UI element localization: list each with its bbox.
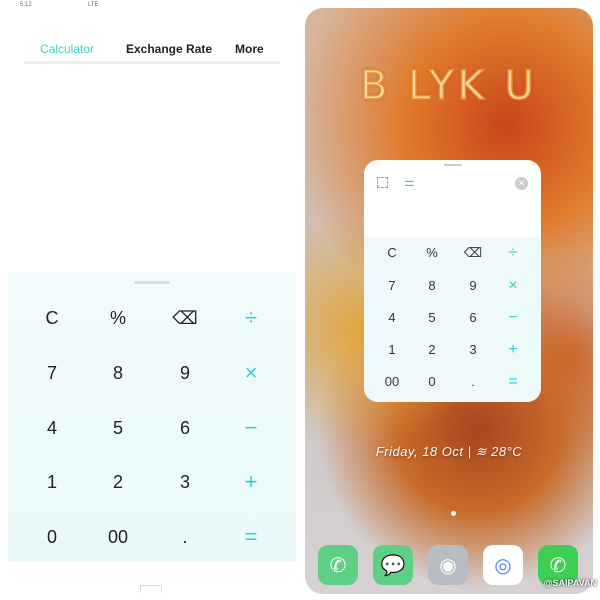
key-button[interactable]: 4 bbox=[374, 306, 410, 330]
key-button[interactable]: ⌫ bbox=[160, 303, 210, 333]
tab-more[interactable]: More bbox=[235, 42, 264, 56]
status-network: LTE bbox=[88, 2, 99, 8]
key-button[interactable]: 7 bbox=[374, 274, 410, 298]
tab-exchange-rate[interactable]: Exchange Rate bbox=[126, 42, 212, 56]
phone-app-icon[interactable]: ✆ bbox=[318, 545, 358, 585]
key-button[interactable]: ÷ bbox=[495, 241, 531, 265]
tab-underline bbox=[24, 61, 280, 64]
key-button[interactable]: 2 bbox=[93, 467, 143, 497]
drag-handle[interactable] bbox=[444, 164, 462, 166]
calculator-app: 5:12 LTE Calculator Exchange Rate More C… bbox=[0, 0, 300, 600]
wallpaper-text: B LYK U bbox=[359, 62, 538, 110]
key-button[interactable]: − bbox=[495, 306, 531, 330]
page-indicator bbox=[451, 511, 456, 516]
key-button[interactable]: ⌫ bbox=[455, 241, 491, 265]
key-button[interactable]: 6 bbox=[160, 413, 210, 443]
floating-calculator: ⚌ ✕ C% ⌫ ÷ 7 8 9 × 4 5 6− 1 2 3 +00 0. = bbox=[364, 160, 541, 402]
key-button[interactable]: + bbox=[226, 467, 276, 497]
key-button[interactable]: 5 bbox=[93, 413, 143, 443]
key-button[interactable]: 5 bbox=[414, 306, 450, 330]
key-button[interactable]: . bbox=[160, 522, 210, 552]
key-button[interactable]: C bbox=[27, 303, 77, 333]
key-button[interactable]: 6 bbox=[455, 306, 491, 330]
home-button[interactable] bbox=[140, 585, 162, 593]
nav-bar bbox=[0, 585, 300, 600]
key-button[interactable]: % bbox=[414, 241, 450, 265]
key-button[interactable]: + bbox=[495, 338, 531, 362]
key-button[interactable]: 0 bbox=[27, 522, 77, 552]
key-button[interactable]: . bbox=[455, 370, 491, 394]
key-button[interactable]: 1 bbox=[27, 467, 77, 497]
key-button[interactable]: = bbox=[495, 370, 531, 394]
key-button[interactable]: = bbox=[226, 522, 276, 552]
tab-calculator[interactable]: Calculator bbox=[40, 42, 94, 56]
chrome-app-icon[interactable]: ◎ bbox=[483, 545, 523, 585]
key-button[interactable]: 00 bbox=[374, 370, 410, 394]
watermark: @SAIPAVAN bbox=[543, 578, 597, 588]
key-button[interactable]: 3 bbox=[455, 338, 491, 362]
key-button[interactable]: 00 bbox=[93, 522, 143, 552]
close-icon[interactable]: ✕ bbox=[515, 177, 528, 190]
date-weather-widget[interactable]: Friday, 18 Oct | ≋ 28°C bbox=[305, 444, 593, 460]
camera-app-icon[interactable]: ◉ bbox=[428, 545, 468, 585]
key-button[interactable]: 3 bbox=[160, 467, 210, 497]
drag-handle[interactable] bbox=[134, 281, 170, 284]
key-button[interactable]: 0 bbox=[414, 370, 450, 394]
key-button[interactable]: 1 bbox=[374, 338, 410, 362]
settings-sliders-icon[interactable]: ⚌ bbox=[404, 176, 417, 189]
status-time: 5:12 bbox=[20, 2, 32, 8]
home-screen: B LYK U ⚌ ✕ C% ⌫ ÷ 7 8 9 × 4 5 6− 1 2 3 +00 0. = Friday… bbox=[305, 8, 593, 594]
temperature: 28°C bbox=[491, 444, 523, 459]
key-button[interactable]: ÷ bbox=[226, 303, 276, 333]
key-button[interactable]: 7 bbox=[27, 358, 77, 388]
key-button[interactable]: 8 bbox=[93, 358, 143, 388]
messages-app-icon[interactable]: 💬 bbox=[373, 545, 413, 585]
key-button[interactable]: 9 bbox=[455, 274, 491, 298]
key-button[interactable]: 8 bbox=[414, 274, 450, 298]
key-button[interactable]: × bbox=[495, 274, 531, 298]
key-button[interactable]: % bbox=[93, 303, 143, 333]
key-button[interactable]: 2 bbox=[414, 338, 450, 362]
key-button[interactable]: × bbox=[226, 358, 276, 388]
key-button[interactable]: C bbox=[374, 241, 410, 265]
key-button[interactable]: 4 bbox=[27, 413, 77, 443]
resize-icon[interactable] bbox=[377, 177, 388, 188]
key-button[interactable]: − bbox=[226, 413, 276, 443]
date: Friday, 18 Oct bbox=[375, 444, 464, 459]
key-button[interactable]: 9 bbox=[160, 358, 210, 388]
haze-icon: ≋ bbox=[475, 444, 488, 459]
